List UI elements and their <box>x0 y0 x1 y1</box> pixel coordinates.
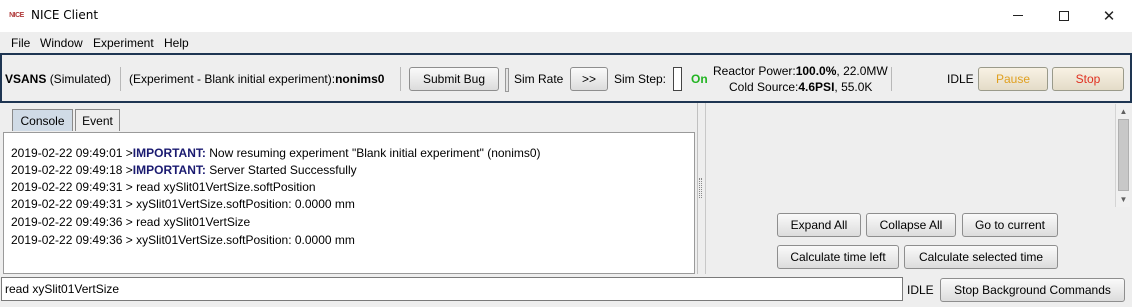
scroll-up-icon[interactable]: ▲ <box>1116 104 1131 119</box>
command-bar: IDLE Stop Background Commands <box>0 274 1132 307</box>
run-status: IDLE <box>947 72 974 86</box>
console-line: 2019-02-22 09:49:01 >IMPORTANT: Now resu… <box>11 146 541 160</box>
console-output[interactable]: 2019-02-22 09:49:01 >IMPORTANT: Now resu… <box>3 132 695 274</box>
tab-event[interactable]: Event <box>75 109 120 131</box>
calculate-selected-time-button[interactable]: Calculate selected time <box>904 245 1058 269</box>
drag-handle[interactable] <box>505 68 509 92</box>
submit-bug-button[interactable]: Submit Bug <box>409 67 499 91</box>
sim-rate-button[interactable]: >> <box>570 67 608 91</box>
stop-background-commands-button[interactable]: Stop Background Commands <box>940 278 1125 302</box>
console-line: 2019-02-22 09:49:36 > read xySlit01VertS… <box>11 215 251 229</box>
minimize-button[interactable] <box>995 0 1041 31</box>
split-grip-icon[interactable] <box>699 178 702 198</box>
queue-panel: Expand All Collapse All Go to current Ca… <box>705 103 1132 274</box>
menu-file[interactable]: File <box>11 36 30 50</box>
close-icon: ✕ <box>1102 6 1116 25</box>
command-status: IDLE <box>907 283 934 297</box>
reactor-power: Reactor Power:100.0%, 22.0MW <box>713 64 888 78</box>
console-panel: Console Event 2019-02-22 09:49:01 >IMPOR… <box>0 103 698 274</box>
menu-bar: File Window Experiment Help <box>0 32 1132 53</box>
console-line: 2019-02-22 09:49:18 >IMPORTANT: Server S… <box>11 163 357 177</box>
menu-help[interactable]: Help <box>164 36 189 50</box>
scroll-down-icon[interactable]: ▼ <box>1116 192 1131 207</box>
experiment-label: (Experiment - Blank initial experiment):… <box>129 72 385 86</box>
app-logo-icon: NICE <box>9 12 24 19</box>
close-button[interactable]: ✕ <box>1086 0 1132 31</box>
calculate-time-left-button[interactable]: Calculate time left <box>777 245 899 269</box>
status-toolbar: VSANS (Simulated) (Experiment - Blank in… <box>0 53 1132 103</box>
stop-button[interactable]: Stop <box>1052 67 1124 91</box>
toolbar-divider <box>120 67 121 91</box>
console-line: 2019-02-22 09:49:36 > xySlit01VertSize.s… <box>11 233 355 247</box>
collapse-all-button[interactable]: Collapse All <box>866 213 956 237</box>
sim-step-label: Sim Step: <box>614 72 667 86</box>
pause-button[interactable]: Pause <box>978 67 1048 91</box>
toolbar-divider <box>891 67 892 91</box>
menu-experiment[interactable]: Experiment <box>93 36 154 50</box>
toolbar-divider <box>400 67 401 91</box>
maximize-button[interactable] <box>1041 0 1087 31</box>
expand-all-button[interactable]: Expand All <box>777 213 861 237</box>
menu-window[interactable]: Window <box>40 36 83 50</box>
console-line: 2019-02-22 09:49:31 > read xySlit01VertS… <box>11 180 316 194</box>
instrument-label: VSANS (Simulated) <box>5 72 112 86</box>
cold-source: Cold Source:4.6PSI, 55.0K <box>729 80 873 94</box>
window-title: NICE Client <box>31 8 99 22</box>
minimize-icon <box>1013 15 1023 16</box>
console-line: 2019-02-22 09:49:31 > xySlit01VertSize.s… <box>11 197 355 211</box>
sim-step-indicator[interactable] <box>673 67 682 91</box>
tab-console[interactable]: Console <box>12 109 73 131</box>
on-status: On <box>691 72 708 86</box>
sim-rate-label: Sim Rate <box>514 72 564 86</box>
command-input[interactable] <box>1 277 903 301</box>
maximize-icon <box>1059 10 1069 21</box>
go-to-current-button[interactable]: Go to current <box>962 213 1058 237</box>
vertical-scrollbar[interactable]: ▲ ▼ <box>1115 104 1130 207</box>
scrollbar-thumb[interactable] <box>1118 119 1129 191</box>
title-bar: NICE NICE Client ✕ <box>0 0 1132 32</box>
